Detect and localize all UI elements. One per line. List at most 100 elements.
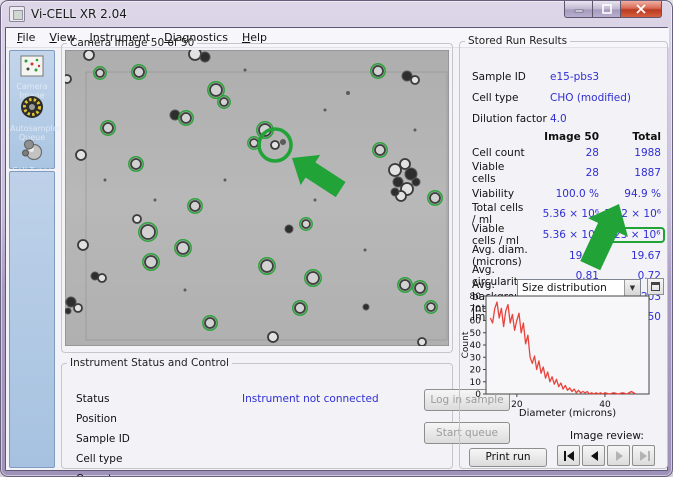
minimize-icon bbox=[574, 5, 584, 14]
cell-viable bbox=[139, 223, 157, 241]
cell-viable bbox=[143, 254, 159, 270]
result-total-value: 94.9 % bbox=[599, 188, 661, 200]
cell-dark bbox=[65, 308, 71, 314]
cell-speck bbox=[314, 199, 317, 202]
cell-viable bbox=[373, 143, 387, 157]
cell-ring bbox=[418, 338, 426, 346]
maximize-button[interactable] bbox=[593, 1, 620, 18]
menu-item-file[interactable]: File bbox=[10, 29, 42, 46]
cell-ring bbox=[271, 141, 279, 149]
cell-viable bbox=[175, 240, 191, 256]
previous-image-button[interactable] bbox=[582, 445, 605, 466]
sidebar-lower-panel bbox=[9, 171, 55, 468]
cell-viable bbox=[428, 191, 442, 205]
sidebar-item-camera-image[interactable]: Camera Image bbox=[10, 55, 54, 100]
cell-ring bbox=[400, 159, 410, 169]
results-row: Cell count281988 bbox=[472, 145, 661, 160]
cell-ring bbox=[189, 50, 201, 60]
cell-ring bbox=[78, 240, 88, 250]
cell-viable bbox=[203, 316, 217, 330]
result-image-value: 28 bbox=[529, 147, 599, 159]
cell-speck bbox=[244, 69, 247, 72]
cell-speck bbox=[184, 289, 187, 292]
cell-viable bbox=[398, 278, 412, 292]
next-image-button[interactable] bbox=[607, 445, 630, 466]
result-label: Cell count bbox=[472, 147, 529, 159]
highlighted-value: 7.23 × 10⁶ bbox=[599, 227, 665, 243]
cell-viable bbox=[218, 96, 230, 108]
result-total-value: 7.23 × 10⁶ bbox=[599, 227, 661, 243]
cell-ring bbox=[268, 332, 278, 342]
previous-image-icon bbox=[586, 448, 602, 464]
y-tick-label: 80 bbox=[470, 292, 482, 302]
close-button[interactable] bbox=[620, 1, 662, 18]
sidebar-item-cell-types[interactable]: Cell Types bbox=[10, 139, 54, 175]
cell-dark bbox=[200, 52, 210, 62]
cell-viable bbox=[101, 121, 115, 135]
cell-viable bbox=[293, 301, 307, 315]
info-value: e15-pbs3 bbox=[550, 71, 599, 83]
info-label: Sample ID bbox=[472, 71, 550, 83]
minimize-button[interactable] bbox=[564, 1, 593, 18]
title-bar[interactable]: Vi-CELL XR 2.04 bbox=[1, 1, 672, 27]
cell-speck bbox=[364, 249, 367, 252]
results-info-row: Sample IDe15-pbs3 bbox=[472, 71, 661, 83]
image-review-label: Image review: bbox=[557, 430, 657, 442]
camera-image[interactable] bbox=[65, 50, 449, 346]
camera-image-icon bbox=[20, 55, 44, 81]
cell-ring bbox=[133, 215, 141, 223]
cell-viable bbox=[425, 301, 437, 313]
y-tick-label: 0 bbox=[475, 390, 481, 400]
results-row: Total cells / ml5.36 × 10⁶7.62 × 10⁶ bbox=[472, 207, 661, 222]
cell-speck bbox=[280, 139, 286, 145]
result-total-value: 19.67 bbox=[599, 250, 661, 262]
result-image-value: 100.0 % bbox=[529, 188, 599, 200]
first-image-button[interactable] bbox=[557, 445, 580, 466]
column-header-image: Image 50 bbox=[529, 131, 599, 143]
cell-dark bbox=[285, 225, 293, 233]
cell-viable bbox=[413, 281, 427, 295]
result-total-value: 7.62 × 10⁶ bbox=[599, 208, 661, 220]
cell-ring bbox=[65, 75, 71, 83]
instrument-status-group: Instrument Status and Control StatusInst… bbox=[61, 357, 453, 469]
cell-ring bbox=[84, 50, 94, 60]
cell-ring bbox=[76, 150, 86, 160]
app-window: Vi-CELL XR 2.04 FileViewInstrumentDiagno… bbox=[0, 0, 673, 477]
y-tick-label: 30 bbox=[470, 353, 482, 363]
y-tick-label: 10 bbox=[470, 378, 482, 388]
y-tick-label: 50 bbox=[470, 329, 482, 339]
window-controls bbox=[564, 1, 662, 18]
next-image-icon bbox=[611, 448, 627, 464]
info-label: Cell type bbox=[472, 92, 550, 104]
result-image-value: 5.36 × 10⁶ bbox=[529, 229, 599, 241]
cell-speck bbox=[224, 179, 227, 182]
last-image-button[interactable] bbox=[632, 445, 655, 466]
cell-ring bbox=[411, 76, 419, 84]
cell-dark bbox=[363, 304, 369, 310]
y-tick-label: 40 bbox=[470, 341, 482, 351]
results-row: Viability100.0 %94.9 % bbox=[472, 186, 661, 201]
column-header-total: Total bbox=[599, 131, 661, 143]
autosampler-queue-icon bbox=[20, 95, 44, 123]
result-total-value: 1988 bbox=[599, 147, 661, 159]
instrument-status-group-label: Instrument Status and Control bbox=[67, 357, 232, 369]
cell-viable bbox=[94, 67, 106, 79]
cell-ring bbox=[98, 274, 106, 282]
cell-viable bbox=[305, 270, 321, 286]
print-run-button[interactable]: Print run bbox=[469, 448, 547, 467]
result-label: Viable cells bbox=[472, 161, 529, 185]
sidebar-item-autosampler-queue[interactable]: Autosampler Queue bbox=[10, 95, 54, 142]
instrument-field-label: Position bbox=[76, 413, 117, 425]
maximize-icon bbox=[602, 4, 612, 14]
cell-viable bbox=[259, 258, 275, 274]
result-total-value: 1887 bbox=[599, 167, 661, 179]
y-tick-label: 20 bbox=[470, 366, 482, 376]
close-icon bbox=[636, 4, 646, 14]
instrument-field-label: Operator bbox=[76, 473, 123, 477]
info-value: 4.0 bbox=[550, 113, 567, 125]
instrument-field-label: Status bbox=[76, 393, 109, 405]
result-image-value: 5.36 × 10⁶ bbox=[529, 208, 599, 220]
stored-run-results-group-label: Stored Run Results bbox=[465, 35, 570, 47]
image-review-controls bbox=[557, 445, 655, 466]
results-column-headers: Image 50 Total bbox=[472, 131, 661, 143]
